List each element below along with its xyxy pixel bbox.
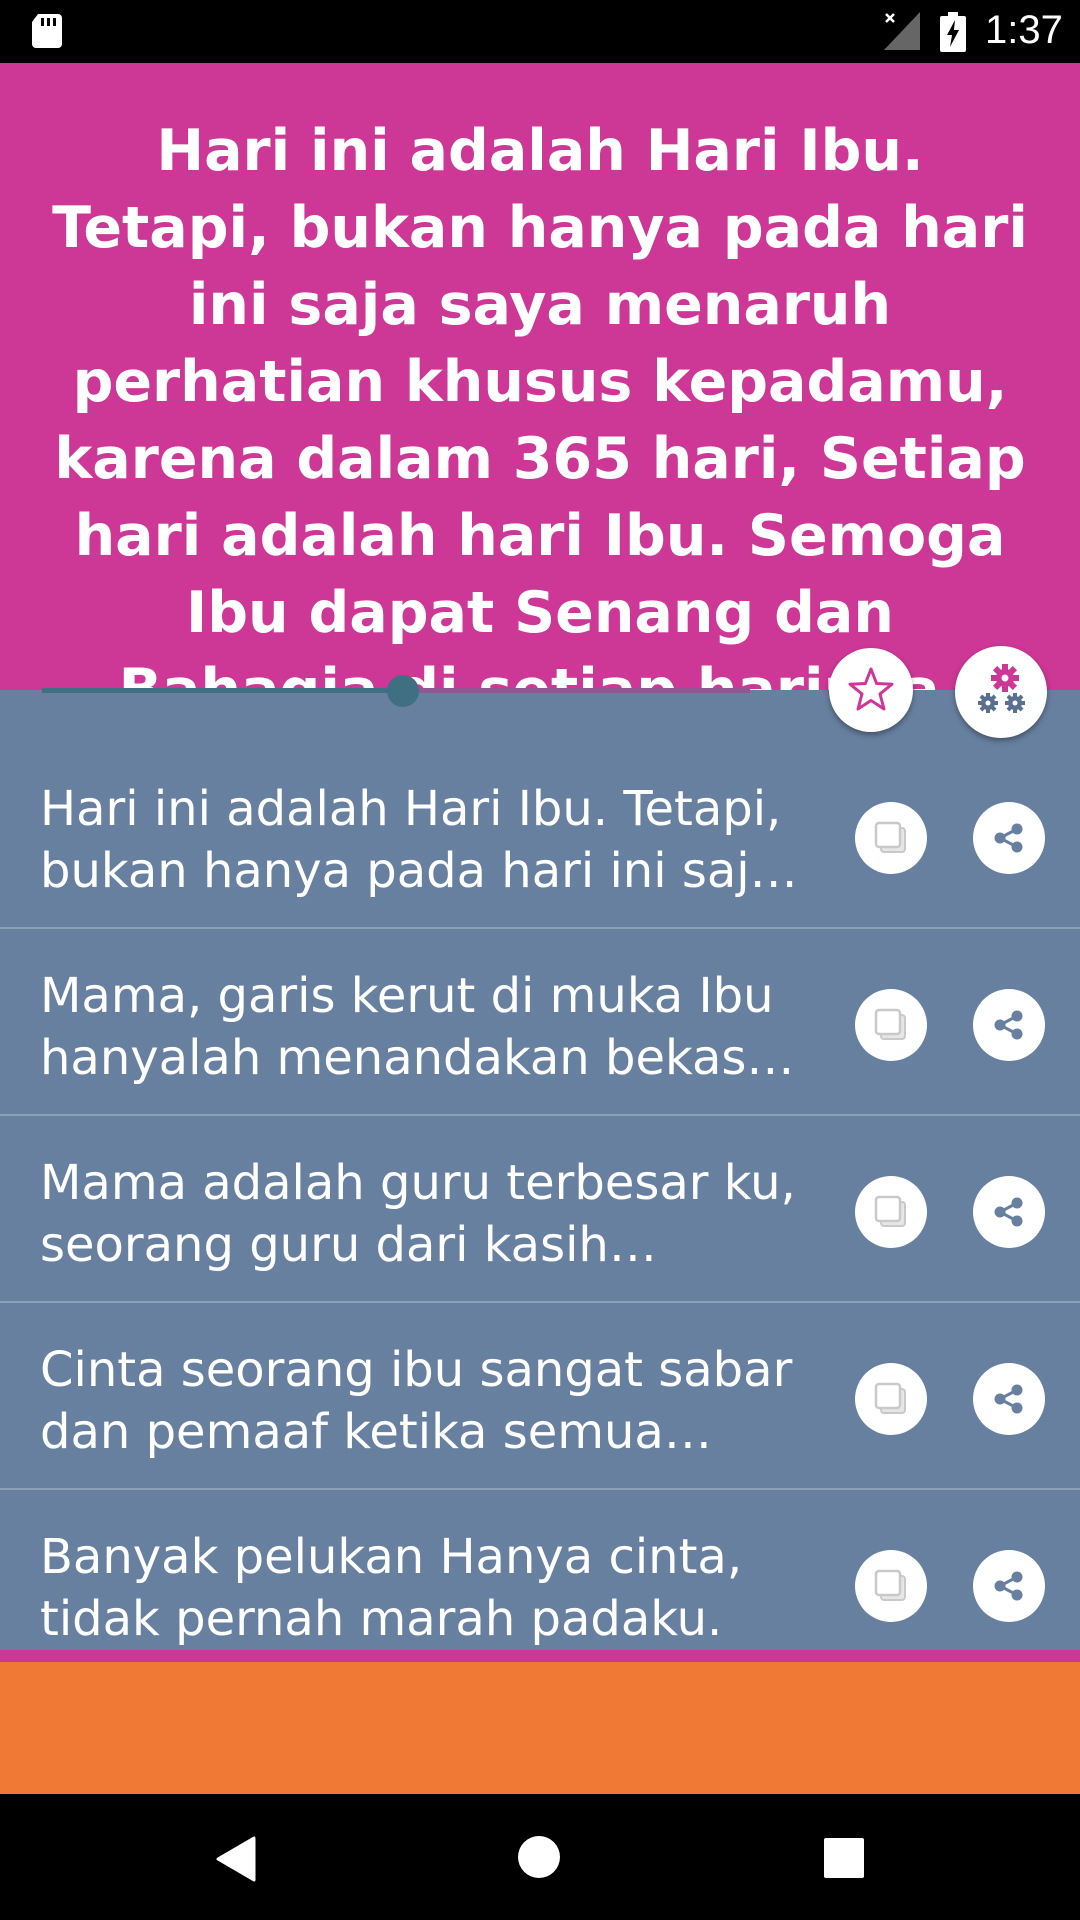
star-outline-icon bbox=[848, 667, 894, 711]
progress-slider-thumb[interactable] bbox=[387, 675, 419, 707]
quote-preview: Hari ini adalah Hari Ibu. Tetapi, bukan … bbox=[40, 781, 782, 899]
share-button[interactable] bbox=[973, 1176, 1045, 1248]
gears-icon bbox=[978, 664, 1025, 713]
copy-button[interactable] bbox=[855, 802, 927, 874]
share-button[interactable] bbox=[973, 1550, 1045, 1622]
copy-icon bbox=[874, 1195, 906, 1227]
featured-quote-text: Hari ini adalah Hari Ibu. Tetapi, bukan … bbox=[52, 118, 1028, 723]
clock: 1:37 bbox=[985, 8, 1063, 52]
list-item[interactable]: Banyak pelukan Hanya cinta, tidak pernah… bbox=[0, 1490, 1080, 1675]
back-icon[interactable] bbox=[214, 1836, 256, 1882]
copy-icon bbox=[874, 1569, 906, 1601]
home-icon[interactable] bbox=[518, 1836, 560, 1878]
list-item[interactable]: Hari ini adalah Hari Ibu. Tetapi, bukan … bbox=[0, 742, 1080, 929]
share-icon bbox=[994, 1571, 1023, 1601]
settings-button[interactable] bbox=[955, 646, 1047, 738]
divider bbox=[0, 1650, 1080, 1662]
signal-icon bbox=[884, 12, 920, 50]
copy-button[interactable] bbox=[855, 1363, 927, 1435]
copy-button[interactable] bbox=[855, 1176, 927, 1248]
share-icon bbox=[994, 1197, 1023, 1227]
share-button[interactable] bbox=[973, 802, 1045, 874]
quote-preview: Cinta seorang ibu sangat sabar dan pemaa… bbox=[40, 1342, 793, 1460]
ad-banner[interactable] bbox=[0, 1662, 1080, 1794]
share-button[interactable] bbox=[973, 1363, 1045, 1435]
featured-quote-panel: Hari ini adalah Hari Ibu. Tetapi, bukan … bbox=[0, 63, 1080, 723]
copy-icon bbox=[874, 1382, 906, 1414]
battery-charging-icon bbox=[940, 12, 966, 52]
recent-apps-icon[interactable] bbox=[824, 1838, 864, 1878]
copy-icon bbox=[874, 1008, 906, 1040]
favorite-button[interactable] bbox=[829, 648, 913, 732]
quote-preview: Mama, garis kerut di muka Ibu hanyalah m… bbox=[40, 968, 774, 1086]
share-icon bbox=[994, 1010, 1023, 1040]
copy-icon bbox=[874, 821, 906, 853]
list-item[interactable]: Mama, garis kerut di muka Ibu hanyalah m… bbox=[0, 929, 1080, 1116]
list-item[interactable]: Cinta seorang ibu sangat sabar dan pemaa… bbox=[0, 1303, 1080, 1490]
quote-preview: Mama adalah guru terbesar ku, seorang gu… bbox=[40, 1155, 796, 1273]
copy-button[interactable] bbox=[855, 1550, 927, 1622]
progress-slider-fill bbox=[42, 688, 403, 693]
share-button[interactable] bbox=[973, 989, 1045, 1061]
sd-card-icon bbox=[32, 14, 62, 48]
status-bar: 1:37 bbox=[0, 0, 1080, 63]
list-item[interactable]: Mama adalah guru terbesar ku, seorang gu… bbox=[0, 1116, 1080, 1303]
share-icon bbox=[994, 823, 1023, 853]
share-icon bbox=[994, 1384, 1023, 1414]
quote-preview: Banyak pelukan Hanya cinta, tidak pernah… bbox=[40, 1529, 743, 1647]
quote-list: Hari ini adalah Hari Ibu. Tetapi, bukan … bbox=[0, 742, 1080, 1675]
copy-button[interactable] bbox=[855, 989, 927, 1061]
